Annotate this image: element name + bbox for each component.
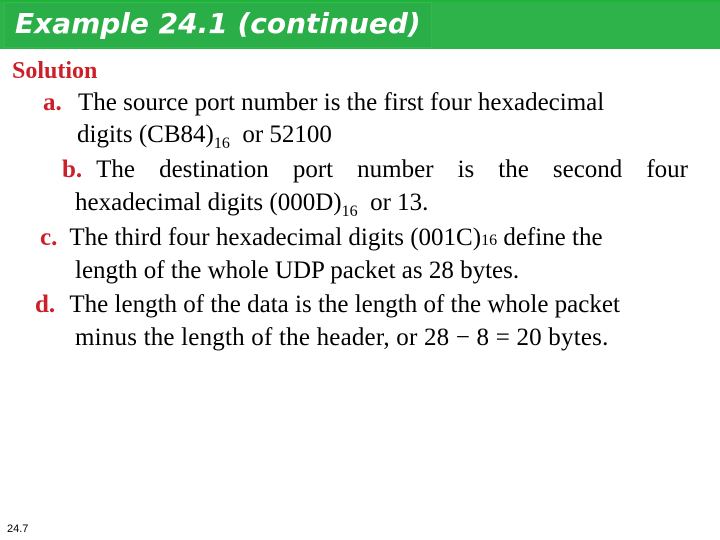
- item-c-text-1-pre: The third four hexadecimal digits (001C): [69, 224, 482, 251]
- item-a-text-2-post: or 52100: [229, 121, 332, 148]
- title-box: Example 24.1 (continued): [4, 2, 432, 48]
- item-a-label: a.: [43, 89, 62, 116]
- item-a-line-1: a. The source port number is the first f…: [43, 88, 604, 118]
- item-a-text-2-pre: digits (CB84): [77, 121, 214, 148]
- page-number: 24.7: [7, 523, 29, 535]
- item-b-text-2-post: or 13.: [357, 189, 429, 216]
- item-c-text-1-post: define the: [497, 224, 603, 251]
- item-b-subscript: 16: [341, 203, 358, 220]
- item-d-line-1: d. The length of the data is the length …: [35, 290, 620, 320]
- item-b-text-2-pre: hexadecimal digits (000D): [75, 189, 342, 216]
- item-d-text-1: The length of the data is the length of …: [69, 291, 620, 318]
- item-d-label: d.: [35, 291, 56, 318]
- item-b-label: b.: [62, 156, 83, 183]
- item-a-subscript: 16: [213, 135, 230, 152]
- item-b-text-1: The destination port number is the secon…: [96, 156, 688, 183]
- item-c-label: c.: [40, 224, 58, 251]
- item-c-line-1: c. The third four hexadecimal digits (00…: [40, 224, 603, 251]
- item-c-line-2: length of the whole UDP packet as 28 byt…: [75, 257, 520, 284]
- item-d-line-2: minus the length of the header, or 28 − …: [75, 324, 609, 351]
- title-banner: Example 24.1 (continued): [0, 0, 720, 49]
- slide-title: Example 24.1 (continued): [15, 7, 421, 40]
- item-a-text-1: The source port number is the first four…: [78, 89, 605, 116]
- item-a-line-2: digits (CB84)16 or 52100: [77, 120, 332, 152]
- item-b-line-1: b. The destination port number is the se…: [62, 155, 688, 185]
- solution-heading: Solution: [12, 58, 98, 84]
- item-b-line-2: hexadecimal digits (000D)16 or 13.: [75, 188, 429, 220]
